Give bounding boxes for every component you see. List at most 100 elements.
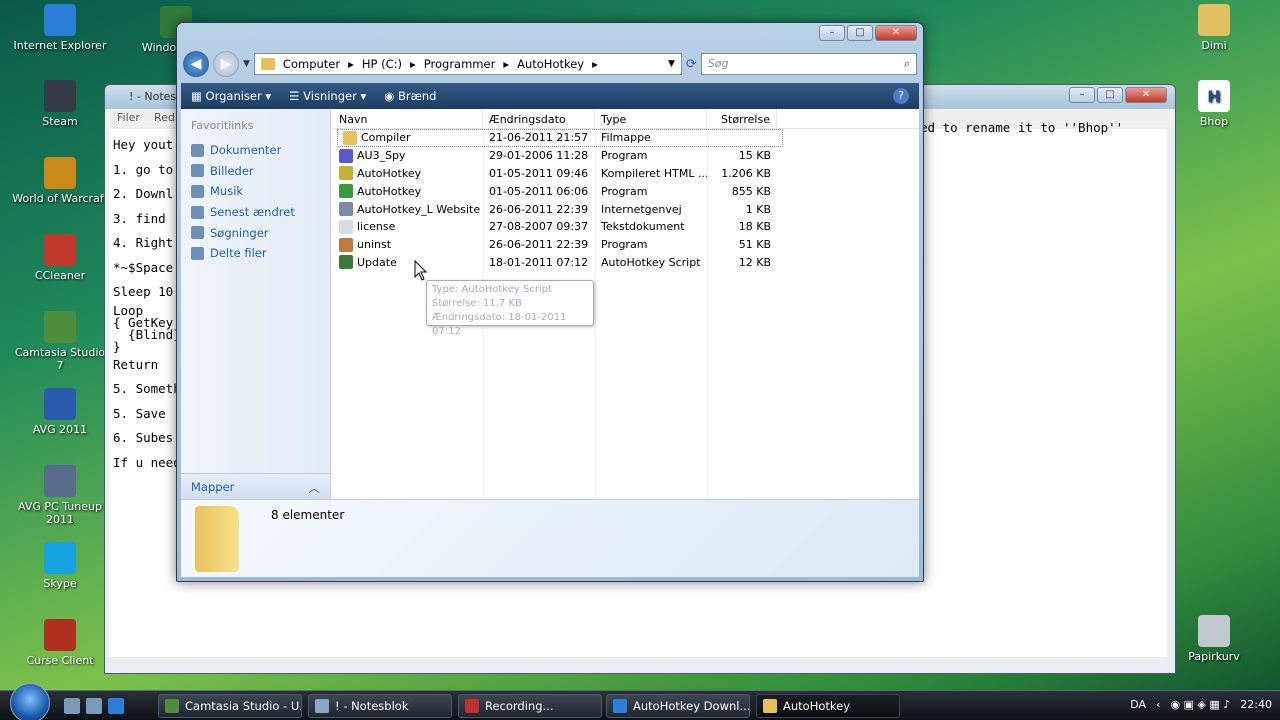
taskbar-button[interactable]: Recording... xyxy=(458,694,602,718)
address-dropdown[interactable]: ▼ xyxy=(668,59,675,69)
views-button[interactable]: ☰ Visninger ▾ xyxy=(289,89,366,103)
menu-edit[interactable]: Redi xyxy=(154,111,178,125)
quick-launch xyxy=(64,697,124,714)
favorite-link-label: Billeder xyxy=(210,163,254,178)
favorites-header: Favoritlinks xyxy=(191,119,254,132)
menu-file[interactable]: Filer xyxy=(117,111,140,125)
search-icon[interactable]: ⌕ xyxy=(904,57,910,71)
close-button[interactable]: ✕ xyxy=(875,25,917,41)
forward-button[interactable]: ▶ xyxy=(213,51,239,77)
file-icon xyxy=(339,237,353,252)
app-icon xyxy=(44,4,76,36)
desktop-icon-label: AVG 2011 xyxy=(32,423,88,436)
app-icon xyxy=(1198,615,1230,647)
favorite-link[interactable]: Delte filer xyxy=(181,243,330,264)
file-row[interactable]: license 27-08-2007 09:37 Tekstdokument 1… xyxy=(333,218,919,236)
explorer-toolbar: ▦ Organiser ▾ ☰ Visninger ▾ ◉ Brænd ? xyxy=(181,83,919,109)
desktop-icon[interactable]: Curse Client xyxy=(12,619,108,667)
desktop-icon[interactable]: AVG 2011 xyxy=(12,388,108,436)
column-divider xyxy=(707,129,708,499)
address-box[interactable]: Computer ▸ HP (C:) ▸ Programmer ▸ AutoHotke… xyxy=(253,53,682,75)
desktop-icon[interactable]: Skype xyxy=(12,542,108,590)
help-icon[interactable]: ? xyxy=(893,88,909,104)
maximize-button[interactable]: □ xyxy=(1097,87,1123,103)
tray-chevron-icon[interactable]: ‹ xyxy=(1156,698,1160,711)
folder-icon xyxy=(195,506,239,572)
file-type: Tekstdokument xyxy=(601,220,685,234)
internet-explorer-icon[interactable] xyxy=(108,697,124,714)
favorite-link[interactable]: Søgninger xyxy=(181,222,330,243)
file-name: license xyxy=(357,220,396,234)
folders-toggle[interactable]: Mapper ︿ xyxy=(181,473,330,499)
desktop-icon[interactable]: H Bhop xyxy=(1166,80,1262,128)
desktop-icon[interactable]: CCleaner xyxy=(12,234,108,282)
file-row[interactable]: AutoHotkey 01-05-2011 06:06 Program 855 … xyxy=(333,182,919,200)
desktop-icon[interactable]: World of Warcraft xyxy=(12,157,108,205)
taskbar-button[interactable]: AutoHotkey xyxy=(756,694,900,718)
desktop-icon[interactable]: Dimi xyxy=(1166,4,1262,52)
favorite-link[interactable]: Musik xyxy=(181,181,330,202)
tray-icons[interactable]: ◉ ▣ ◈ ▦ ♪ xyxy=(1170,698,1230,711)
taskbar-button[interactable]: Camtasia Studio - U... xyxy=(158,694,302,718)
favorite-link[interactable]: Dokumenter xyxy=(181,140,330,161)
app-icon xyxy=(44,234,76,266)
minimize-button[interactable]: – xyxy=(819,25,845,41)
maximize-button[interactable]: □ xyxy=(847,25,873,41)
favorite-link-label: Dokumenter xyxy=(210,143,282,158)
start-button[interactable] xyxy=(10,682,50,720)
desktop-icon[interactable]: AVG PC Tuneup 2011 xyxy=(12,465,108,526)
desktop-icon[interactable]: Papirkurv xyxy=(1166,615,1262,663)
favorite-link[interactable]: Billeder xyxy=(181,161,330,182)
breadcrumb-computer[interactable]: Computer xyxy=(283,57,340,71)
system-tray: DA ‹ ◉ ▣ ◈ ▦ ♪ 22:40 xyxy=(1130,698,1272,711)
column-size[interactable]: Størrelse xyxy=(707,109,777,128)
refresh-icon[interactable]: ⟳ xyxy=(686,57,697,72)
show-desktop-icon[interactable] xyxy=(64,697,80,714)
desktop-icon[interactable]: Steam xyxy=(12,80,108,128)
folder-icon xyxy=(260,58,275,70)
file-date: 21-06-2011 21:57 xyxy=(489,131,589,145)
file-date: 01-05-2011 09:46 xyxy=(489,166,589,180)
breadcrumb-autohotkey[interactable]: AutoHotkey xyxy=(517,57,584,71)
column-date[interactable]: Ændringsdato xyxy=(483,109,595,128)
minimize-button[interactable]: – xyxy=(1069,87,1095,103)
taskbar-button[interactable]: ! - Notesblok xyxy=(308,694,452,718)
close-button[interactable]: ✕ xyxy=(1125,87,1167,103)
favorite-link-label: Delte filer xyxy=(210,246,267,261)
file-row[interactable]: AU3_Spy 29-01-2006 11:28 Program 15 KB xyxy=(333,147,919,165)
app-icon xyxy=(44,157,76,189)
app-icon xyxy=(763,699,777,713)
file-rows: Compiler 21-06-2011 21:57 Filmappe AU3_S… xyxy=(333,129,919,271)
clock[interactable]: 22:40 xyxy=(1240,698,1272,711)
breadcrumb-drive[interactable]: HP (C:) xyxy=(362,57,402,71)
app-icon xyxy=(165,699,179,713)
column-type[interactable]: Type xyxy=(595,109,707,128)
favorite-link-label: Musik xyxy=(210,184,244,199)
recent-pages-dropdown[interactable]: ▼ xyxy=(243,59,250,69)
desktop-icon[interactable]: Camtasia Studio 7 xyxy=(12,311,108,372)
app-icon xyxy=(1198,4,1230,36)
taskbar-button[interactable]: AutoHotkey Downl... xyxy=(606,694,750,718)
burn-button[interactable]: ◉ Brænd xyxy=(384,89,436,103)
folder-icon xyxy=(191,143,204,157)
switch-windows-icon[interactable] xyxy=(86,697,102,714)
file-date: 27-08-2007 09:37 xyxy=(489,220,589,234)
organize-button[interactable]: ▦ Organiser ▾ xyxy=(191,89,271,103)
file-row[interactable]: AutoHotkey 01-05-2011 09:46 Kompileret H… xyxy=(333,165,919,183)
tooltip-date: Ændringsdato: 18-01-2011 07:12 xyxy=(432,312,567,337)
file-row[interactable]: AutoHotkey_L Website 26-06-2011 22:39 In… xyxy=(333,200,919,218)
file-date: 18-01-2011 07:12 xyxy=(489,255,589,269)
file-row[interactable]: Compiler 21-06-2011 21:57 Filmappe xyxy=(337,129,783,147)
column-name[interactable]: Navn xyxy=(333,109,483,128)
file-row[interactable]: uninst 26-06-2011 22:39 Program 51 KB xyxy=(333,236,919,254)
file-size: 51 KB xyxy=(738,238,771,252)
language-indicator[interactable]: DA xyxy=(1130,698,1146,711)
back-button[interactable]: ◀ xyxy=(183,51,209,77)
search-input[interactable]: Søg ⌕ xyxy=(700,53,917,75)
item-count: 8 elementer xyxy=(271,508,345,522)
favorite-link[interactable]: Senest ændret xyxy=(181,202,330,223)
file-size: 1.206 KB xyxy=(721,166,771,180)
desktop-icon[interactable]: Internet Explorer xyxy=(12,4,108,52)
file-name: AutoHotkey_L Website xyxy=(357,202,481,216)
breadcrumb-programs[interactable]: Programmer xyxy=(424,57,496,71)
